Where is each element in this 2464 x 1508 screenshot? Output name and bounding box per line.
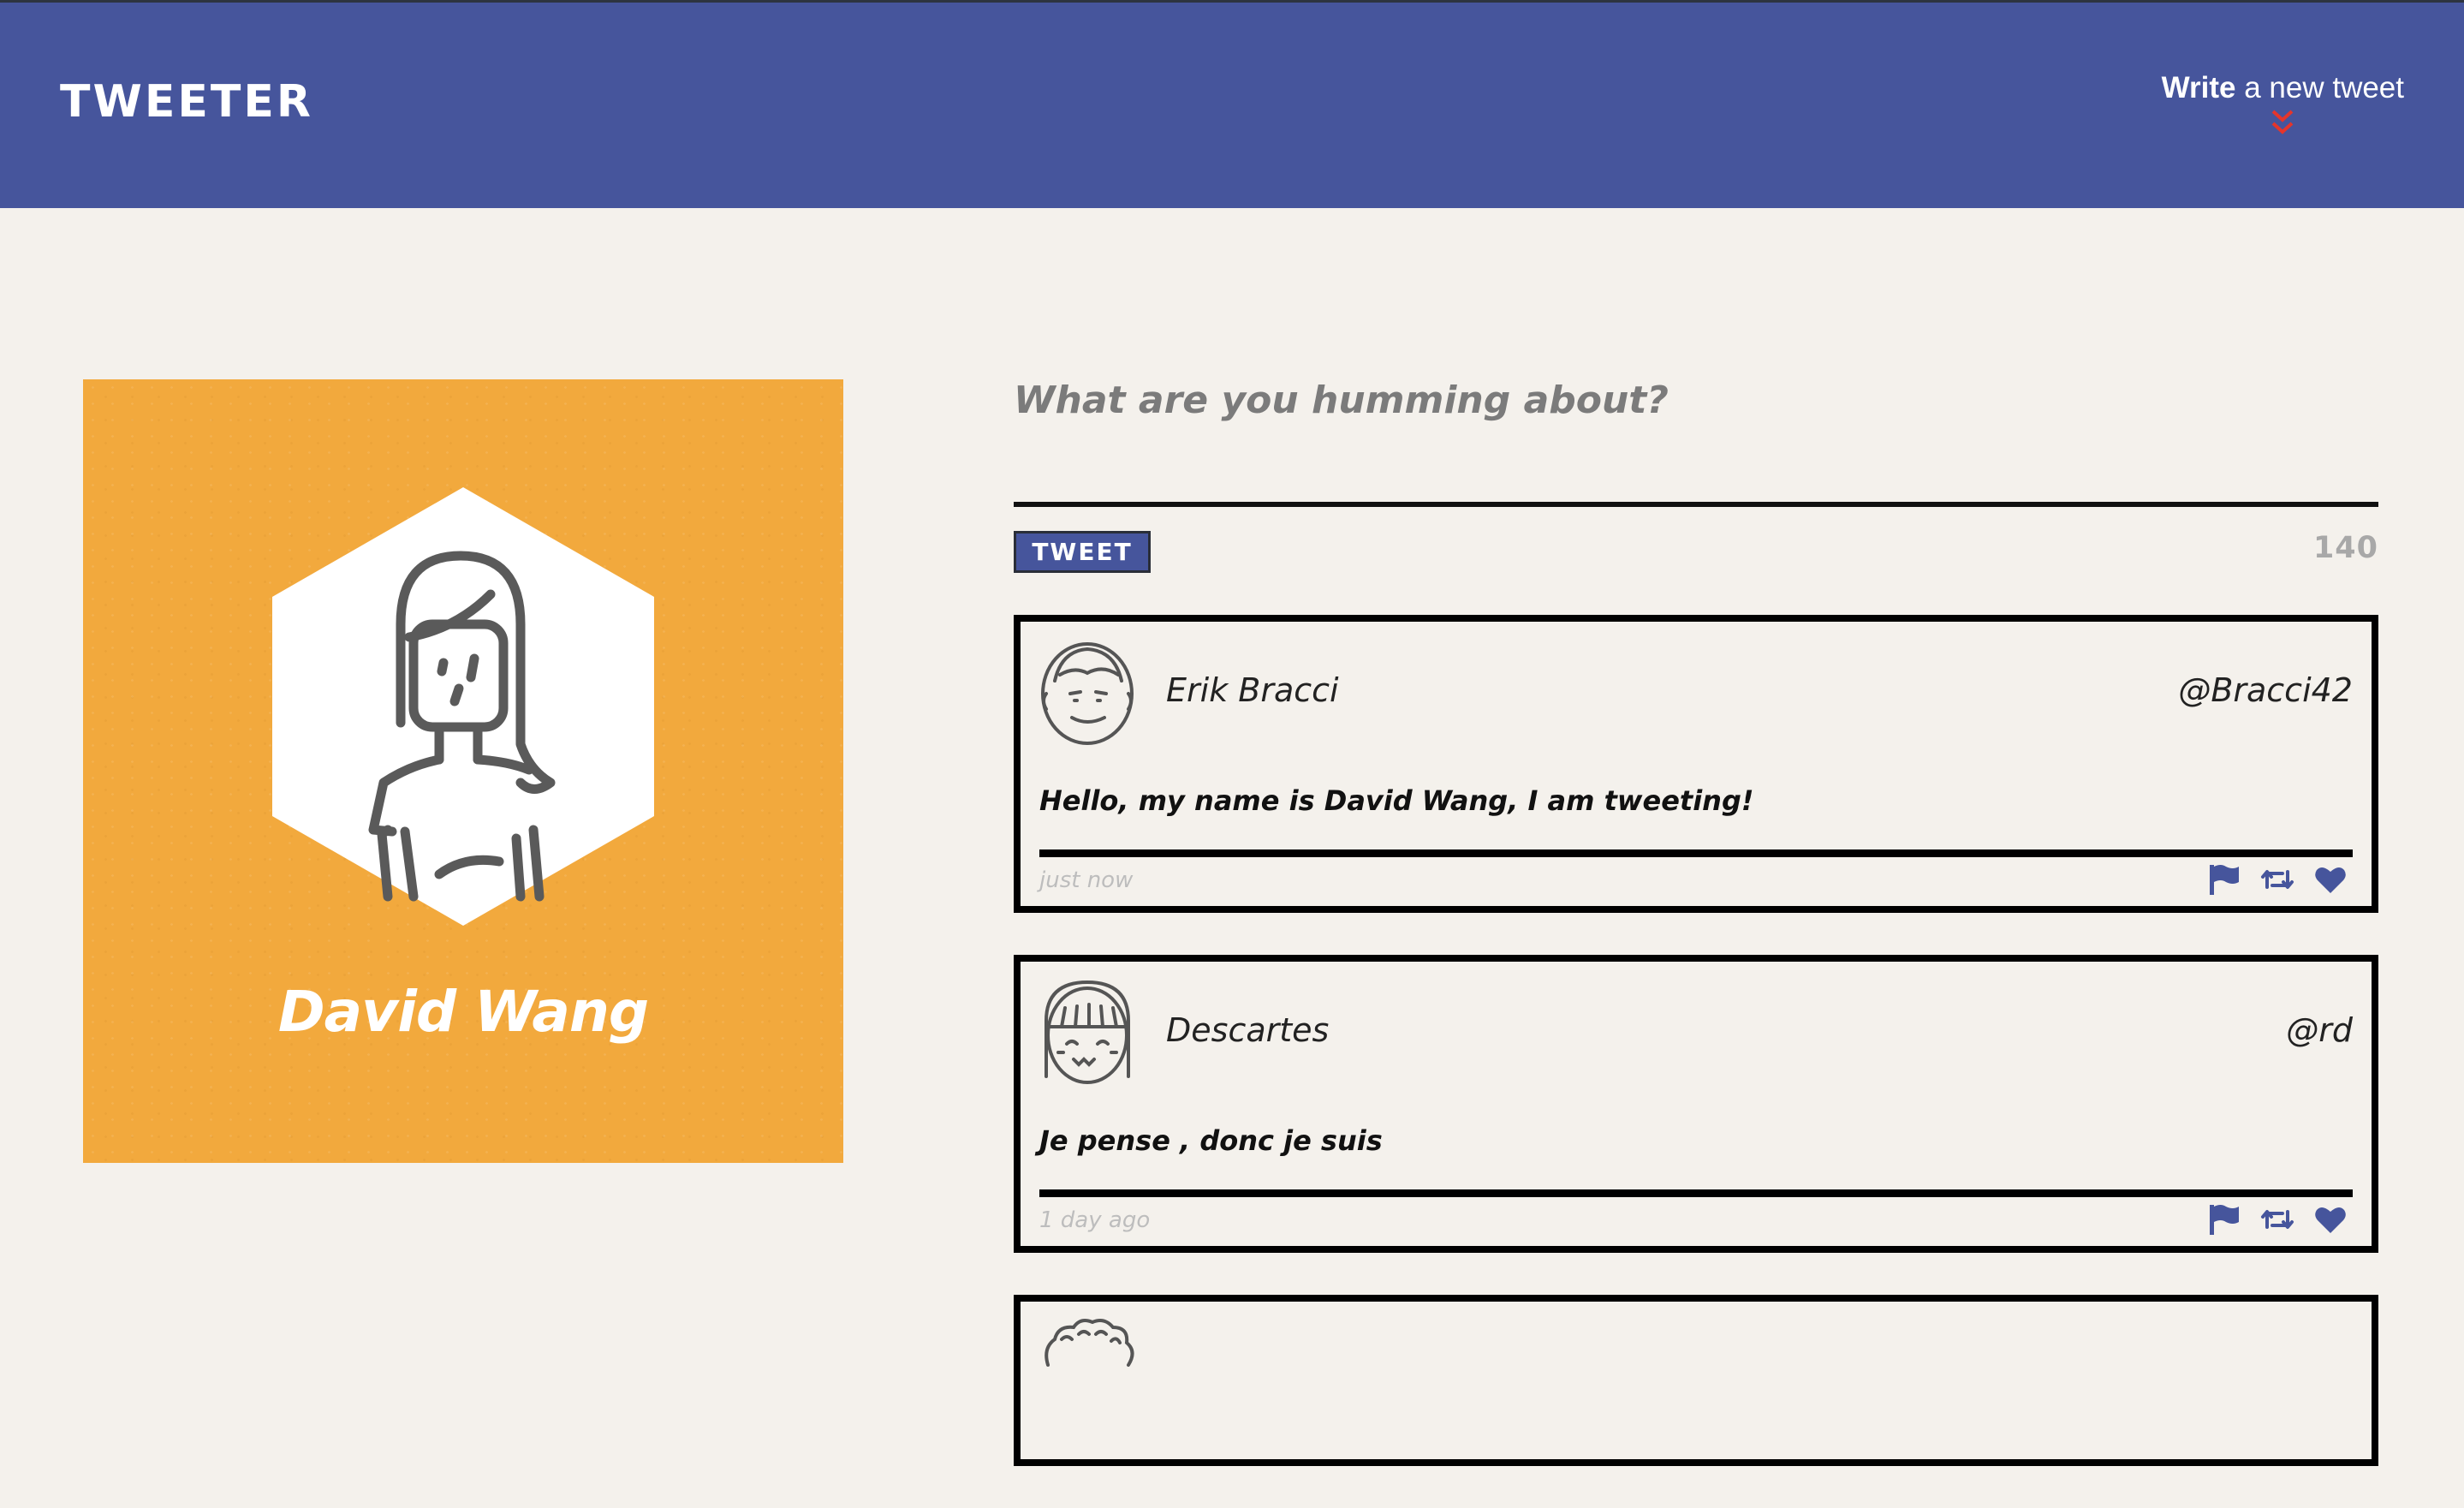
tweet-timestamp: just now (1039, 867, 1134, 893)
girl-avatar-icon (272, 487, 654, 926)
write-new-tweet-toggle[interactable]: Write a new tweet (2162, 71, 2404, 138)
tweet-actions (2207, 863, 2348, 896)
retweet-icon[interactable] (2260, 863, 2294, 896)
tweet-content: Hello, my name is David Wang, I am tweet… (1039, 784, 1754, 817)
tweet-user-handle: @Bracci42 (2178, 671, 2353, 709)
tweet-input[interactable] (1014, 370, 2378, 507)
flag-icon[interactable] (2207, 1203, 2241, 1236)
write-label-rest: a new tweet (2244, 71, 2404, 104)
write-new-tweet-label[interactable]: Write a new tweet (2162, 71, 2404, 105)
tweet-feed: Erik Bracci @Bracci42 Hello, my name is … (1014, 615, 2378, 1508)
tweet-timestamp: 1 day ago (1039, 1207, 1151, 1233)
tweet-user-handle: @rd (2286, 1011, 2353, 1049)
tweet-card: Erik Bracci @Bracci42 Hello, my name is … (1014, 615, 2378, 913)
man-avatar-icon (1041, 642, 1134, 745)
profile-card: David Wang (83, 379, 843, 1163)
heart-icon[interactable] (2313, 1203, 2348, 1236)
profile-name: David Wang (277, 979, 649, 1045)
tweet-divider (1039, 1189, 2353, 1197)
flag-icon[interactable] (2207, 863, 2241, 896)
tweet-submit-button[interactable]: TWEET (1014, 531, 1151, 573)
double-chevron-down-icon[interactable] (2270, 109, 2295, 138)
tweet-card: Descartes @rd Je pense , donc je suis 1 … (1014, 955, 2378, 1253)
top-navbar: TWEETER Write a new tweet (0, 3, 2464, 208)
tweet-user-name: Descartes (1166, 1011, 1330, 1049)
tweet-composer: TWEET 140 (1014, 370, 2378, 573)
retweet-icon[interactable] (2260, 1203, 2294, 1236)
tweet-card (1014, 1295, 2378, 1466)
tweet-user-name: Erik Bracci (1166, 671, 1339, 709)
tweet-actions (2207, 1203, 2348, 1236)
tweet-content: Je pense , donc je suis (1039, 1124, 1383, 1157)
tweet-divider (1039, 849, 2353, 857)
curly-hair-avatar-icon (1045, 1319, 1134, 1367)
write-label-strong: Write (2161, 71, 2236, 104)
brand-logo[interactable]: TWEETER (60, 76, 313, 128)
char-counter: 140 (2312, 531, 2378, 565)
heart-icon[interactable] (2313, 863, 2348, 896)
girl-bangs-avatar-icon (1045, 980, 1130, 1084)
